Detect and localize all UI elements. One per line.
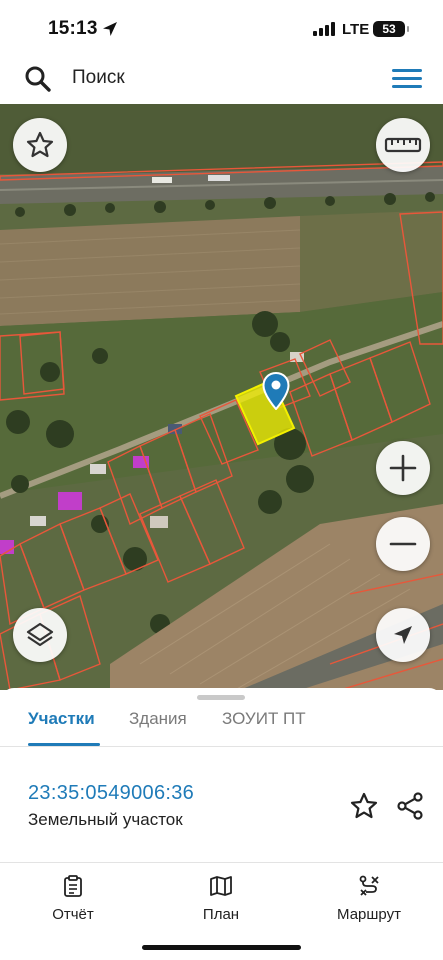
nav-plan-label: План	[202, 906, 240, 923]
ruler-button[interactable]	[376, 118, 430, 172]
nav-route-label: Маршрут	[337, 906, 401, 923]
map-view[interactable]	[0, 104, 443, 690]
ruler-icon	[384, 137, 422, 153]
share-icon[interactable]	[395, 791, 425, 821]
zoom-in-button[interactable]	[376, 441, 430, 495]
zoom-out-button[interactable]	[376, 517, 430, 571]
my-location-button[interactable]	[376, 608, 430, 662]
sheet-drag-handle[interactable]	[197, 695, 245, 700]
status-bar: 15:13 LTE 53	[0, 0, 443, 58]
map-plan-icon	[210, 876, 232, 896]
battery-indicator: 53	[373, 21, 409, 37]
nav-route[interactable]: Маршрут	[314, 874, 424, 923]
star-icon[interactable]	[349, 791, 379, 821]
tab-parcels[interactable]: Участки	[28, 709, 95, 729]
map-pin-icon	[262, 372, 290, 410]
bottom-navigation: Отчёт План Маршрут	[0, 864, 443, 960]
search-input[interactable]: Поиск	[72, 67, 125, 89]
route-icon	[359, 875, 379, 896]
divider	[0, 862, 443, 863]
tab-zouit[interactable]: ЗОУИТ ПТ	[222, 709, 306, 729]
nav-report[interactable]: Отчёт	[18, 874, 128, 923]
divider	[0, 746, 443, 747]
hamburger-menu-icon[interactable]	[390, 67, 424, 91]
satellite-map[interactable]	[0, 104, 443, 690]
home-indicator[interactable]	[142, 945, 301, 950]
signal-icon	[313, 22, 335, 36]
plus-icon	[389, 454, 417, 482]
network-type: LTE	[342, 21, 370, 38]
status-time: 15:13	[48, 18, 98, 39]
location-arrow-icon	[103, 22, 117, 36]
search-icon	[25, 66, 51, 92]
cadastral-number[interactable]: 23:35:0549006:36	[28, 782, 194, 805]
bottom-sheet[interactable]: Участки Здания ЗОУИТ ПТ 23:35:0549006:36…	[0, 688, 443, 864]
minus-icon	[389, 542, 417, 546]
favorites-button[interactable]	[13, 118, 67, 172]
parcel-type: Земельный участок	[28, 810, 183, 829]
layers-icon	[26, 622, 54, 647]
search-bar[interactable]: Поиск	[6, 58, 437, 98]
layers-button[interactable]	[13, 608, 67, 662]
nav-report-label: Отчёт	[52, 906, 94, 923]
navigation-arrow-icon	[394, 626, 412, 644]
report-icon	[64, 875, 82, 897]
nav-plan[interactable]: План	[166, 874, 276, 923]
tab-buildings[interactable]: Здания	[129, 709, 187, 729]
star-icon	[26, 131, 54, 158]
